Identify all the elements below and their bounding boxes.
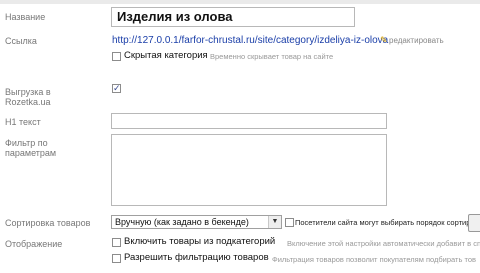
- allow-filtering-label: Разрешить фильтрацию товаров: [124, 252, 269, 263]
- edge-widget[interactable]: [468, 214, 480, 232]
- include-subcategories-label: Включить товары из подкатегорий: [124, 236, 276, 247]
- top-strip: [0, 0, 480, 4]
- label-filter: Фильтр по параметрам: [5, 138, 57, 158]
- sort-select[interactable]: Вручную (как задано в бекенде) ▼: [111, 215, 282, 229]
- hidden-category-checkbox[interactable]: [112, 52, 121, 61]
- filter-textarea[interactable]: [111, 134, 387, 206]
- pencil-icon[interactable]: ✎: [380, 35, 388, 46]
- export-checkbox[interactable]: ✓: [112, 84, 121, 93]
- label-sort: Сортировка товаров: [5, 218, 91, 228]
- allow-filtering-checkbox[interactable]: [112, 254, 121, 263]
- visitors-sort-label: Посетители сайта могут выбирать порядок …: [295, 218, 479, 227]
- name-input[interactable]: Изделия из олова: [111, 7, 355, 27]
- sort-select-value: Вручную (как задано в бекенде): [115, 217, 249, 227]
- include-subcategories-hint: Включение этой настройки автоматически д…: [287, 239, 480, 248]
- hidden-category-hint: Временно скрывает товар на сайте: [210, 52, 334, 61]
- label-h1: H1 текст: [5, 117, 41, 127]
- visitors-sort-checkbox[interactable]: [285, 218, 294, 227]
- chevron-down-icon[interactable]: ▼: [268, 216, 281, 228]
- include-subcategories-checkbox[interactable]: [112, 238, 121, 247]
- hidden-category-label: Скрытая категория: [124, 50, 208, 61]
- edit-link[interactable]: редактировать: [389, 36, 444, 45]
- category-url-link[interactable]: http://127.0.0.1/farfor-chrustal.ru/site…: [112, 35, 388, 46]
- h1-input[interactable]: [111, 113, 387, 129]
- allow-filtering-hint: Фильтрация товаров позволит покупателям …: [272, 255, 476, 264]
- label-name: Название: [5, 12, 46, 22]
- label-display: Отображение: [5, 239, 63, 249]
- label-link: Ссылка: [5, 36, 37, 46]
- label-export: Выгрузка в Rozetka.ua: [5, 87, 51, 107]
